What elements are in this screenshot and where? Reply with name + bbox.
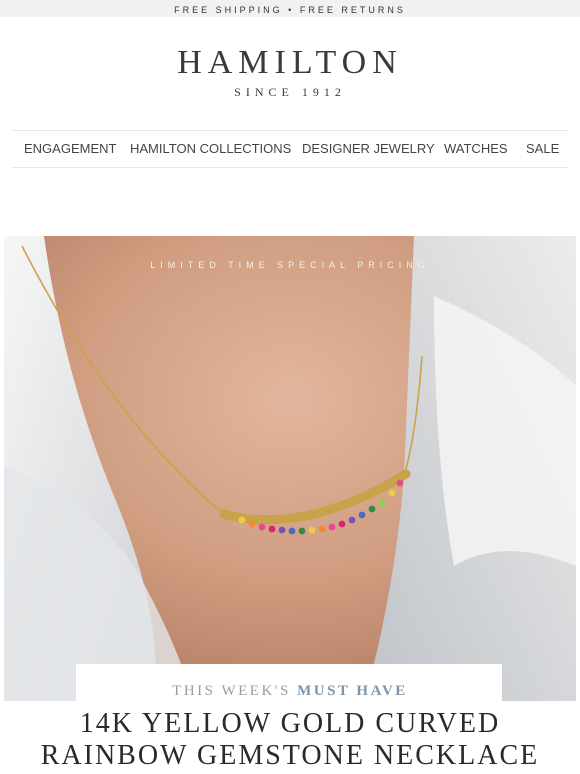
nav-item-watches[interactable]: WATCHES — [444, 131, 508, 167]
nav-item-hamilton-collections[interactable]: HAMILTON COLLECTIONS — [130, 131, 291, 167]
product-title-line-2: RAINBOW GEMSTONE NECKLACE — [40, 740, 540, 771]
kicker-accent-text: MUST HAVE — [297, 683, 408, 699]
brand-logo[interactable]: HAMILTON — [0, 44, 580, 82]
nav-item-engagement[interactable]: ENGAGEMENT — [24, 131, 116, 167]
weekly-must-have-heading: THIS WEEK'S MUST HAVE — [0, 683, 580, 700]
kicker-plain-text: THIS WEEK'S — [172, 683, 291, 699]
necklace-photo — [4, 236, 576, 701]
product-title[interactable]: 14K YELLOW GOLD CURVED RAINBOW GEMSTONE … — [0, 708, 580, 772]
nav-item-sale[interactable]: SALE — [526, 131, 559, 167]
nav-item-designer-jewelry[interactable]: DESIGNER JEWELRY — [302, 131, 435, 167]
top-bar: FREE SHIPPING • FREE RETURNS — [0, 0, 580, 17]
hero-image[interactable] — [4, 236, 576, 701]
main-nav: ENGAGEMENT HAMILTON COLLECTIONS DESIGNER… — [12, 130, 568, 168]
product-title-line-1: 14K YELLOW GOLD CURVED — [79, 708, 501, 739]
promo-banner-text: LIMITED TIME SPECIAL PRICING — [150, 260, 430, 270]
brand-tagline: SINCE 1912 — [234, 85, 346, 99]
shipping-returns-text: FREE SHIPPING • FREE RETURNS — [174, 5, 406, 15]
